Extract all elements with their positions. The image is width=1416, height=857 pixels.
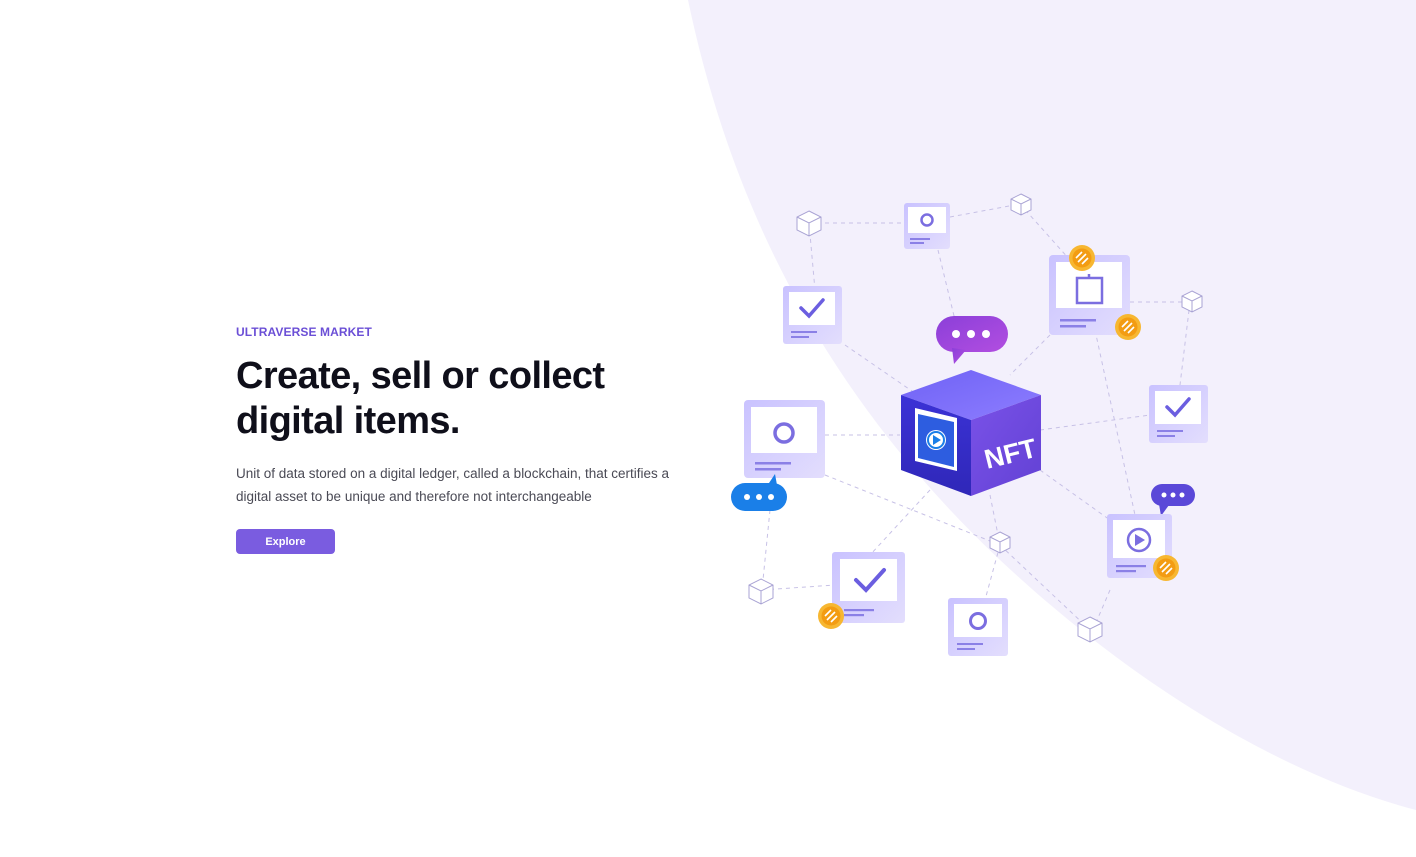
- headline-line-1: Create, sell or collect: [236, 355, 605, 397]
- hero-headline: Create, sell or collect digital items.: [236, 354, 706, 444]
- cube-icon: [748, 578, 774, 605]
- card-check-right: [1149, 385, 1208, 443]
- coin-icon: [818, 603, 844, 629]
- cube-icon: [1077, 616, 1103, 643]
- coin-icon: [1115, 314, 1141, 340]
- card-circle-left: [744, 400, 825, 478]
- card-play-right: [1107, 514, 1179, 581]
- card-square-coins: [1049, 245, 1141, 340]
- card-check-left: [783, 286, 842, 344]
- video-player-icon: [915, 408, 957, 471]
- chat-bubble-violet: [1151, 484, 1195, 516]
- hero-section: ULTRAVERSE MARKET Create, sell or collec…: [236, 324, 706, 554]
- nft-cube: NFT: [901, 370, 1041, 496]
- headline-line-2: digital items.: [236, 400, 460, 442]
- chat-bubble-purple: [936, 316, 1008, 364]
- card-top-circle: [904, 203, 950, 249]
- cube-icon: [989, 531, 1011, 554]
- cube-icon: [796, 210, 822, 237]
- card-circle-bottom: [948, 598, 1008, 656]
- cube-icon: [1010, 193, 1032, 216]
- chat-bubble-blue: [731, 474, 787, 511]
- eyebrow-label: ULTRAVERSE MARKET: [236, 325, 372, 339]
- coin-icon: [1069, 245, 1095, 271]
- coin-icon: [1153, 555, 1179, 581]
- cube-icon: [1181, 290, 1203, 313]
- card-check-bottom: [818, 552, 905, 629]
- nft-network-illustration: NFT: [731, 193, 1208, 656]
- explore-button[interactable]: Explore: [236, 529, 335, 554]
- hero-description: Unit of data stored on a digital ledger,…: [236, 466, 670, 504]
